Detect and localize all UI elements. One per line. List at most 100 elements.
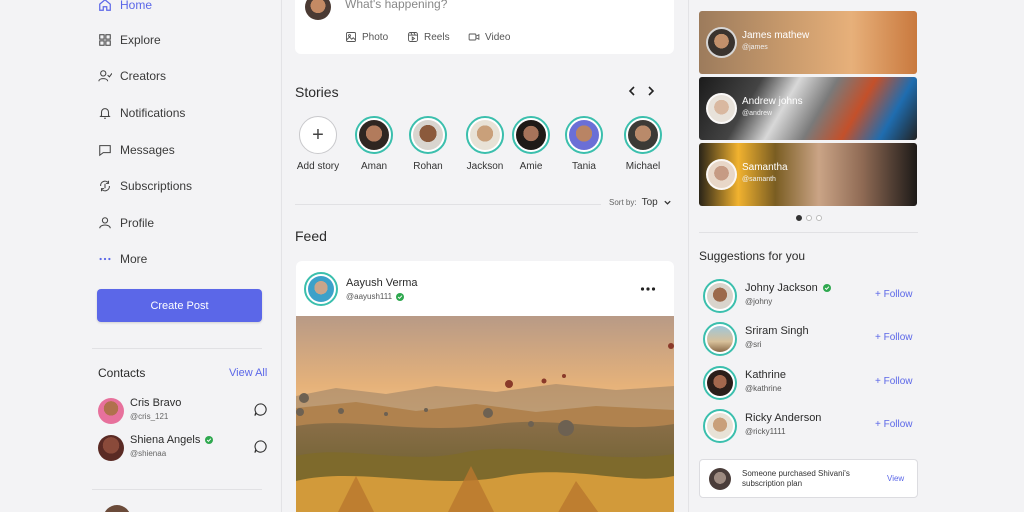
suggestion-name[interactable]: Ricky Anderson xyxy=(745,412,821,424)
suggestion-avatar[interactable] xyxy=(703,409,737,443)
avatar xyxy=(569,120,599,150)
card-name: James mathew xyxy=(742,30,810,41)
suggestion-handle: @sri xyxy=(745,340,762,349)
story-label: Jackson xyxy=(466,161,504,172)
suggestion-item: Sriram Singh @sri + Follow xyxy=(703,322,918,358)
message-icon xyxy=(99,145,111,157)
photo-button[interactable]: Photo xyxy=(345,31,388,43)
sort-label: Sort by: xyxy=(609,198,637,207)
story-item[interactable]: Tania xyxy=(559,116,609,172)
suggestion-name[interactable]: Kathrine xyxy=(745,369,786,381)
video-label: Video xyxy=(485,31,511,43)
carousel-dots[interactable] xyxy=(796,215,822,221)
chevron-right-icon[interactable] xyxy=(645,85,657,97)
grid-icon xyxy=(99,34,111,46)
suggestion-avatar[interactable] xyxy=(703,322,737,356)
avatar xyxy=(706,159,737,190)
post-author-handle: @aayush111 xyxy=(346,292,393,301)
avatar xyxy=(98,435,124,461)
avatar xyxy=(706,27,737,58)
ellipsis-icon xyxy=(99,257,111,261)
add-story-button[interactable]: + Add story xyxy=(293,116,343,172)
sort-dropdown[interactable]: Sort by: Top xyxy=(609,197,672,208)
user-check-icon xyxy=(98,70,112,82)
avatar xyxy=(706,93,737,124)
post-avatar[interactable] xyxy=(304,272,338,306)
contact-name: Cris Bravo xyxy=(130,397,182,409)
nav-label: Creators xyxy=(120,69,167,83)
story-item[interactable]: Rohan xyxy=(403,116,453,172)
suggestion-name[interactable]: Johny Jackson xyxy=(745,282,818,294)
nav-item-home[interactable]: Home xyxy=(98,0,152,14)
nav-item-profile[interactable]: Profile xyxy=(98,214,154,232)
reels-button[interactable]: Reels xyxy=(407,31,450,43)
post-author-name[interactable]: Aayush Verma xyxy=(346,277,418,289)
suggestion-name-row: Sriram Singh xyxy=(745,325,809,337)
suggestion-avatar[interactable] xyxy=(703,279,737,313)
nav-label: Subscriptions xyxy=(120,179,193,193)
contact-item[interactable]: Shiena Angels @shienaa xyxy=(98,434,268,462)
chat-bubble-icon[interactable] xyxy=(253,402,268,417)
stories-title: Stories xyxy=(295,84,339,100)
carousel-dot[interactable] xyxy=(806,215,812,221)
carousel-dot[interactable] xyxy=(796,215,802,221)
contact-handle: @shienaa xyxy=(130,449,167,458)
story-label: Michael xyxy=(625,161,661,172)
story-ring xyxy=(466,116,504,154)
more-options-icon[interactable] xyxy=(640,286,656,292)
verified-badge-icon xyxy=(205,436,214,444)
suggestion-name[interactable]: Sriram Singh xyxy=(745,325,809,337)
follow-button[interactable]: + Follow xyxy=(875,289,913,300)
nav-item-messages[interactable]: Messages xyxy=(98,141,175,159)
create-post-button[interactable]: Create Post xyxy=(97,289,262,322)
contact-name: Shiena Angels xyxy=(130,434,201,446)
compose-input[interactable]: What's happening? xyxy=(345,0,447,11)
suggestions-title: Suggestions for you xyxy=(699,249,806,263)
story-item[interactable]: Michael xyxy=(618,116,668,172)
suggestion-avatar[interactable] xyxy=(703,366,737,400)
follow-button[interactable]: + Follow xyxy=(875,332,913,343)
nav-item-notifications[interactable]: Notifications xyxy=(98,104,185,122)
avatar xyxy=(707,326,733,352)
avatar xyxy=(707,413,733,439)
subscription-card[interactable]: James mathew @james xyxy=(699,11,917,74)
nav-item-more[interactable]: More xyxy=(98,250,147,268)
nav-item-explore[interactable]: Explore xyxy=(98,31,161,49)
nav-label: Notifications xyxy=(120,106,186,120)
post-image xyxy=(296,316,674,512)
chat-bubble-icon[interactable] xyxy=(253,439,268,454)
nav-item-subscriptions[interactable]: Subscriptions xyxy=(98,177,192,195)
follow-button[interactable]: + Follow xyxy=(875,376,913,387)
contact-item[interactable]: Cris Bravo @cris_121 xyxy=(98,397,268,425)
subscription-card[interactable]: Andrew johns @andrew xyxy=(699,77,917,140)
refresh-dollar-icon xyxy=(100,180,110,192)
subscription-card[interactable]: Samantha @samanth xyxy=(699,143,917,206)
contact-name-row: Shiena Angels xyxy=(130,434,214,446)
story-item[interactable]: Jackson xyxy=(460,116,510,172)
compose-box: What's happening? Photo Reels Video xyxy=(295,0,674,54)
verified-badge-icon xyxy=(396,292,405,301)
carousel-dot[interactable] xyxy=(816,215,822,221)
notification-text: Someone purchased Shivani's subscription… xyxy=(742,469,850,488)
nav-item-creators[interactable]: Creators xyxy=(98,67,166,85)
view-link[interactable]: View xyxy=(887,474,904,483)
suggestion-handle: @kathrine xyxy=(745,384,782,393)
reels-icon xyxy=(408,32,418,42)
avatar xyxy=(359,120,389,150)
chevron-down-icon xyxy=(664,200,671,205)
view-all-link[interactable]: View All xyxy=(229,367,267,379)
follow-button[interactable]: + Follow xyxy=(875,419,913,430)
chevron-left-icon[interactable] xyxy=(626,85,638,97)
nav-label: Explore xyxy=(120,33,161,47)
avatar xyxy=(308,276,334,302)
story-item[interactable]: Aman xyxy=(349,116,399,172)
suggestion-name-row: Ricky Anderson xyxy=(745,412,821,424)
contacts-title: Contacts xyxy=(98,366,146,380)
nav-label: Home xyxy=(120,0,153,12)
divider xyxy=(92,489,262,490)
avatar xyxy=(707,370,733,396)
suggestion-name-row: Kathrine xyxy=(745,369,786,381)
suggestion-name-row: Johny Jackson xyxy=(745,282,831,294)
story-item[interactable]: Amie xyxy=(506,116,556,172)
video-button[interactable]: Video xyxy=(468,31,510,43)
